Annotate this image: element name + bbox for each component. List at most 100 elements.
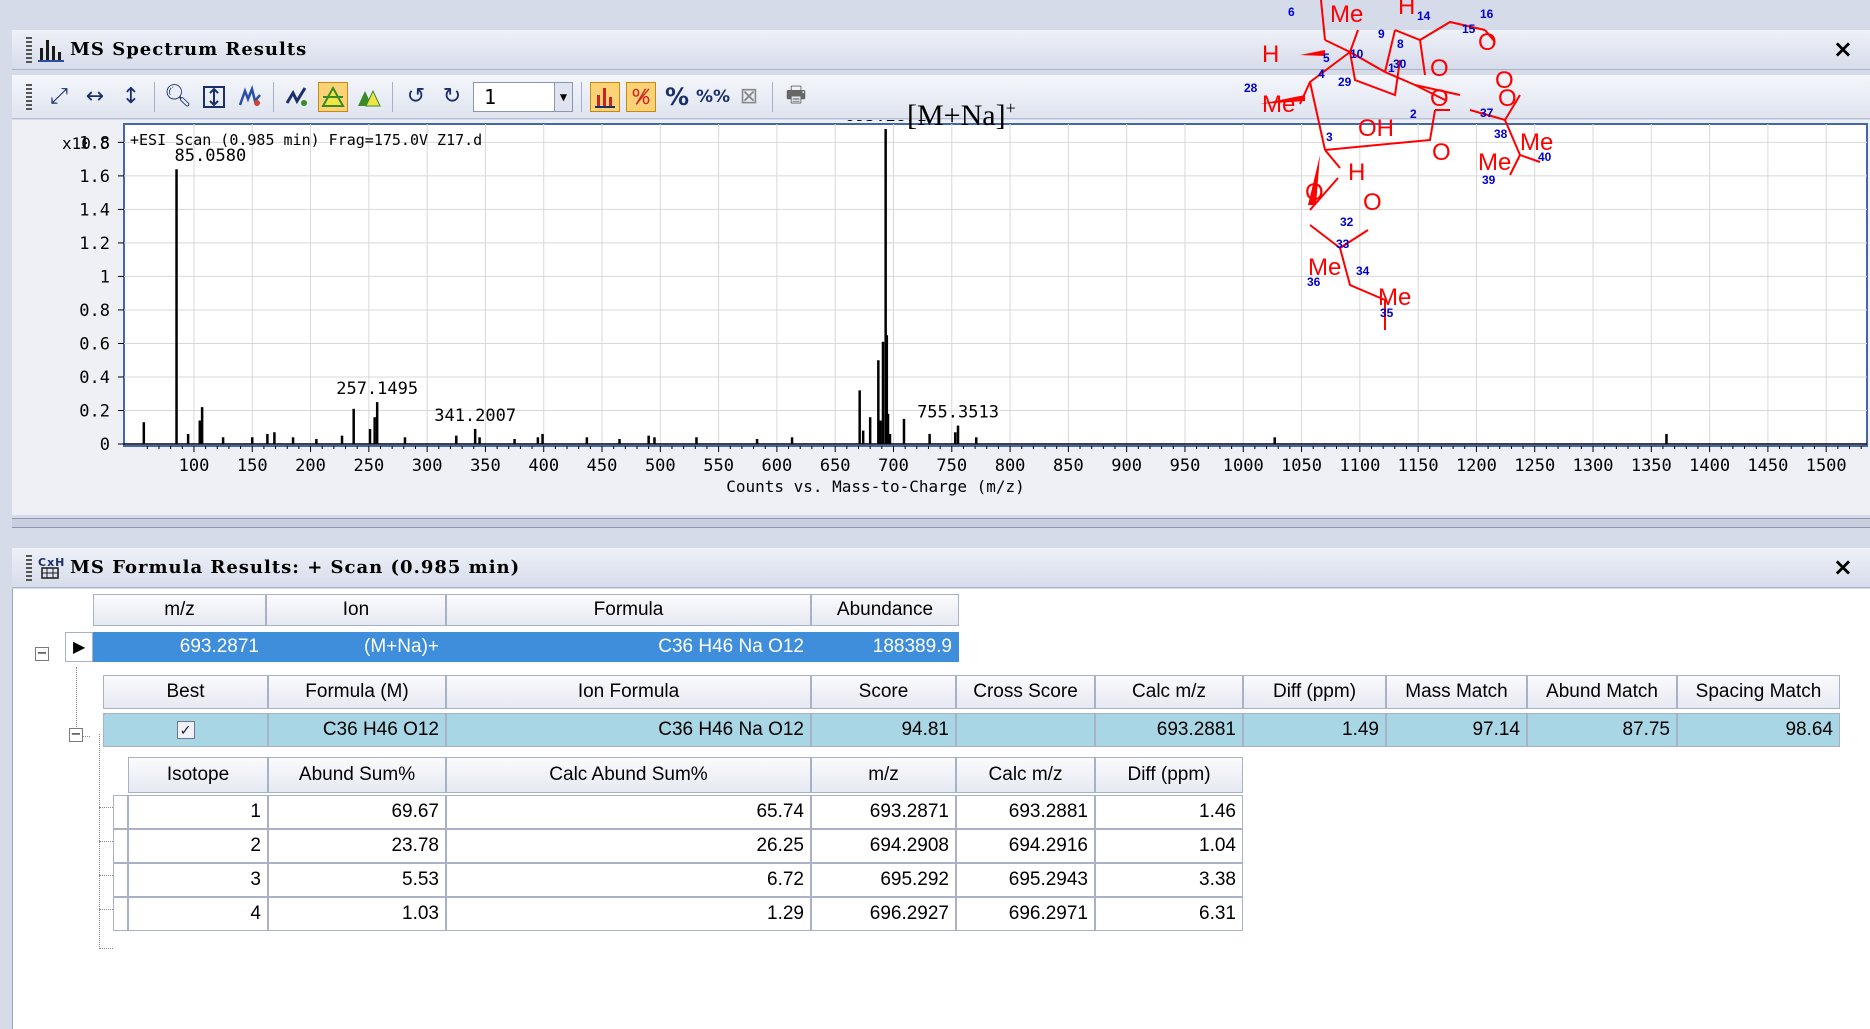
column-header[interactable]: Isotope — [128, 757, 268, 793]
column-header[interactable]: Mass Match — [1386, 675, 1527, 709]
triangle-icon[interactable] — [354, 82, 384, 112]
horizontal-arrows-icon[interactable]: ↔ — [80, 82, 110, 112]
undo-icon[interactable]: ↺ — [401, 82, 431, 112]
row-selector-icon[interactable]: ▶ — [65, 632, 93, 662]
compound-cell-ion[interactable]: (M+Na)+ — [266, 632, 446, 662]
column-header[interactable]: Cross Score — [956, 675, 1095, 709]
isotope-cell[interactable]: 3.38 — [1095, 863, 1243, 897]
expand-icon[interactable]: ⤢ — [44, 82, 74, 112]
close-icon[interactable]: × — [1833, 553, 1854, 581]
column-header[interactable]: Ion Formula — [446, 675, 811, 709]
isotope-cell[interactable]: 693.2881 — [956, 795, 1095, 829]
row-header-cell[interactable] — [113, 829, 128, 863]
column-header[interactable]: Best — [103, 675, 268, 709]
collapse-formula-icon[interactable]: − — [69, 728, 83, 742]
column-header[interactable]: Calc m/z — [956, 757, 1095, 793]
isotope-cell[interactable]: 23.78 — [268, 829, 446, 863]
column-header[interactable]: Calc Abund Sum% — [446, 757, 811, 793]
x-tick-label: 300 — [412, 456, 443, 476]
isotope-cell[interactable]: 1.46 — [1095, 795, 1243, 829]
unlabel-icon[interactable]: ⊠ — [734, 82, 764, 112]
formula-cell-abund_match[interactable]: 87.75 — [1527, 713, 1677, 747]
isotope-cell[interactable]: 1.29 — [446, 897, 811, 931]
autoscale-icon[interactable] — [199, 82, 229, 112]
formula-panel-title-bar[interactable]: CxH MS Formula Results: + Scan (0.985 mi… — [12, 548, 1870, 588]
isotope-cell[interactable]: 1.04 — [1095, 829, 1243, 863]
column-header[interactable]: Abund Sum% — [268, 757, 446, 793]
isotope-cell[interactable]: 4 — [128, 897, 268, 931]
best-cell[interactable]: ✓ — [103, 713, 268, 747]
x-tick-label: 900 — [1111, 456, 1142, 476]
isotope-cell[interactable]: 1.03 — [268, 897, 446, 931]
peak-label-icon[interactable] — [235, 82, 265, 112]
formula-cell-calc_mz[interactable]: 693.2881 — [1095, 713, 1243, 747]
formula-cell-diff_ppm[interactable]: 1.49 — [1243, 713, 1386, 747]
isotope-cell[interactable]: 69.67 — [268, 795, 446, 829]
formula-cell-cross_score[interactable] — [956, 713, 1095, 747]
isotope-cell[interactable]: 695.292 — [811, 863, 956, 897]
x-tick-label: 550 — [703, 456, 734, 476]
column-header[interactable]: Abundance — [811, 594, 959, 626]
x-tick-label: 1050 — [1281, 456, 1322, 476]
row-header-cell[interactable] — [113, 863, 128, 897]
formula-cell-mass_match[interactable]: 97.14 — [1386, 713, 1527, 747]
column-header[interactable]: Formula — [446, 594, 811, 626]
scan-select[interactable]: 1 ▼ — [473, 81, 573, 112]
isotope-cell[interactable]: 3 — [128, 863, 268, 897]
isotope-cell[interactable]: 65.74 — [446, 795, 811, 829]
y-tick-label: 1.4 — [79, 200, 110, 220]
no-percent-icon[interactable]: %̸ — [626, 81, 656, 112]
centroid-icon[interactable] — [318, 81, 348, 112]
close-icon[interactable]: × — [1833, 35, 1854, 63]
isotope-cell[interactable]: 5.53 — [268, 863, 446, 897]
column-header[interactable]: Formula (M) — [268, 675, 446, 709]
column-header[interactable]: Ion — [266, 594, 446, 626]
compound-cell-formula[interactable]: C36 H46 Na O12 — [446, 632, 811, 662]
isotope-cell[interactable]: 6.31 — [1095, 897, 1243, 931]
isotope-cell[interactable]: 696.2927 — [811, 897, 956, 931]
x-tick-label: 1500 — [1806, 456, 1847, 476]
isotope-cell[interactable]: 693.2871 — [811, 795, 956, 829]
isotope-cell[interactable]: 2 — [128, 829, 268, 863]
isotope-cell[interactable]: 1 — [128, 795, 268, 829]
column-header[interactable]: Score — [811, 675, 956, 709]
vertical-arrows-icon[interactable]: ↕ — [116, 82, 146, 112]
column-header[interactable]: m/z — [811, 757, 956, 793]
column-header[interactable]: Spacing Match — [1677, 675, 1840, 709]
formula-cell-spacing_match[interactable]: 98.64 — [1677, 713, 1840, 747]
pick-peak-icon[interactable] — [282, 82, 312, 112]
grip-icon[interactable] — [26, 36, 32, 63]
isotope-cell[interactable]: 26.25 — [446, 829, 811, 863]
x-tick-label: 1450 — [1747, 456, 1788, 476]
formula-cell-ion_formula[interactable]: C36 H46 Na O12 — [446, 713, 811, 747]
chevron-down-icon[interactable]: ▼ — [554, 82, 572, 111]
isotope-cell[interactable]: 694.2916 — [956, 829, 1095, 863]
tree-line — [99, 807, 113, 808]
row-header-cell[interactable] — [113, 795, 128, 829]
column-header[interactable]: Diff (ppm) — [1095, 757, 1243, 793]
formula-cell-score[interactable]: 94.81 — [811, 713, 956, 747]
isotope-cell[interactable]: 6.72 — [446, 863, 811, 897]
percent-icon[interactable]: % — [662, 82, 692, 112]
print-icon[interactable]: 🖶︎ — [781, 82, 811, 112]
percent-percent-icon[interactable]: %% — [696, 82, 730, 112]
bar-chart-icon[interactable] — [590, 81, 620, 112]
row-header-cell[interactable] — [113, 897, 128, 931]
isotope-cell[interactable]: 694.2908 — [811, 829, 956, 863]
toolbar-grip-icon[interactable] — [26, 83, 32, 110]
zoom-icon[interactable]: 🔍︎ — [163, 82, 193, 112]
best-checkbox[interactable]: ✓ — [176, 721, 195, 739]
column-header[interactable]: Abund Match — [1527, 675, 1677, 709]
redo-icon[interactable]: ↻ — [437, 82, 467, 112]
panel-splitter[interactable] — [12, 518, 1870, 528]
grip-icon[interactable] — [26, 554, 32, 581]
formula-cell-formula_m[interactable]: C36 H46 O12 — [268, 713, 446, 747]
column-header[interactable]: Calc m/z — [1095, 675, 1243, 709]
isotope-cell[interactable]: 696.2971 — [956, 897, 1095, 931]
isotope-cell[interactable]: 695.2943 — [956, 863, 1095, 897]
column-header[interactable]: m/z — [93, 594, 266, 626]
compound-cell-abundance[interactable]: 188389.9 — [811, 632, 959, 662]
column-header[interactable]: Diff (ppm) — [1243, 675, 1386, 709]
collapse-compound-icon[interactable]: − — [35, 647, 49, 661]
compound-cell-mz[interactable]: 693.2871 — [93, 632, 266, 662]
